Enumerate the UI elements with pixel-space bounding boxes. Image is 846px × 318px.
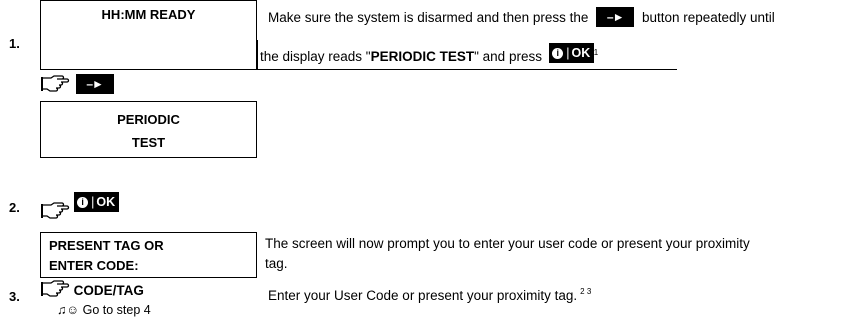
step-number-2: 2. bbox=[9, 200, 20, 215]
lcd-display-ready-text: HH:MM READY bbox=[101, 7, 196, 22]
code-tag-label: CODE/TAG bbox=[73, 283, 144, 298]
goto-step-4: ♫☺ Go to step 4 bbox=[57, 303, 151, 317]
code-tag-row: CODE/TAG bbox=[40, 279, 144, 299]
hand-pointing-icon bbox=[41, 75, 70, 92]
lcd-present-tag-line1: PRESENT TAG OR bbox=[49, 238, 164, 253]
footnote-2-3: 2 3 bbox=[580, 287, 592, 296]
arrow-key-icon: –► bbox=[596, 7, 635, 27]
hand-arrow-row: –► bbox=[40, 74, 114, 96]
lcd-display-ready: HH:MM READY bbox=[40, 0, 257, 70]
lcd-present-tag-line2: ENTER CODE: bbox=[49, 258, 139, 273]
divider bbox=[257, 69, 677, 70]
step-number-3: 3. bbox=[9, 289, 20, 304]
info-ok-key-icon: i | OK bbox=[73, 192, 119, 212]
lcd-periodic-line2: TEST bbox=[131, 135, 166, 150]
step1-instruction-line2: the display reads "PERIODIC TEST" and pr… bbox=[260, 43, 598, 65]
arrow-key-icon: –► bbox=[75, 74, 114, 94]
step-number-1: 1. bbox=[9, 36, 20, 51]
divider bbox=[257, 40, 258, 70]
lcd-display-present-tag: PRESENT TAG OR ENTER CODE: bbox=[40, 232, 257, 278]
lcd-periodic-line1: PERIODIC bbox=[117, 112, 180, 127]
step2-instruction: The screen will now prompt you to enter … bbox=[265, 236, 750, 271]
periodic-test-label: PERIODIC TEST bbox=[370, 49, 475, 64]
hand-pointing-icon bbox=[41, 201, 70, 219]
hand-ok-row: i | OK bbox=[40, 192, 119, 219]
lcd-display-periodic-test: PERIODIC TEST bbox=[40, 101, 257, 158]
hand-pointing-icon bbox=[41, 280, 70, 297]
info-ok-key-icon: i | OK bbox=[548, 43, 594, 63]
step3-instruction: Enter your User Code or present your pro… bbox=[268, 287, 592, 303]
footnote-1: 1 bbox=[593, 48, 599, 57]
step1-instruction-line1: Make sure the system is disarmed and the… bbox=[268, 7, 843, 27]
